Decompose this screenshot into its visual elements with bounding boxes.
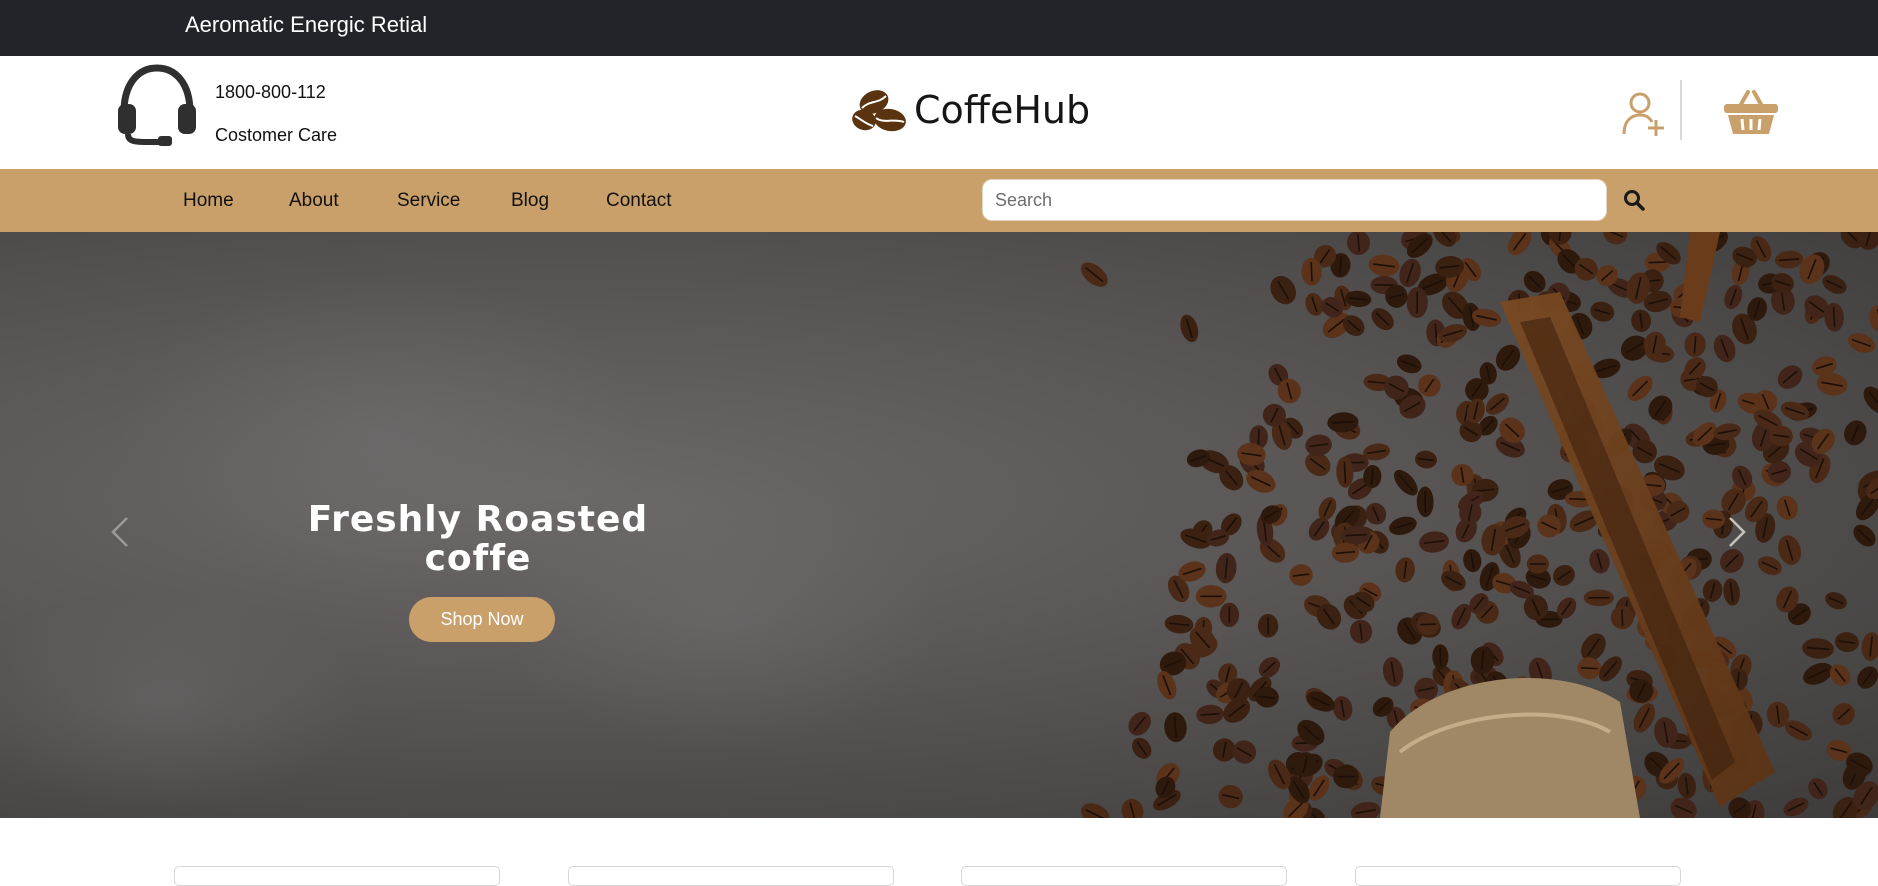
coffee-bean-crease: [1268, 618, 1269, 634]
coffee-bean-crease: [1258, 429, 1259, 446]
hero-title: Freshly Roasted coffe: [300, 500, 656, 578]
coffee-bean-crease: [1344, 462, 1345, 484]
coffee-bean-crease: [1649, 262, 1667, 263]
nav-blog[interactable]: Blog: [511, 190, 549, 212]
coffee-bean: [1503, 232, 1536, 260]
headset-icon: [114, 64, 200, 146]
feature-card: [174, 866, 500, 886]
nav-service[interactable]: Service: [397, 190, 460, 212]
carousel-prev-icon[interactable]: [105, 512, 135, 552]
header: 1800-800-112 Costomer Care CoffeHub: [0, 56, 1878, 169]
carousel-next-icon[interactable]: [1722, 512, 1752, 552]
search-input[interactable]: [982, 179, 1607, 221]
user-add-icon[interactable]: [1620, 90, 1668, 138]
top-bar: Aeromatic Energic Retial: [0, 0, 1878, 56]
coffee-bean-crease: [1311, 262, 1312, 281]
tagline: Aeromatic Energic Retial: [185, 12, 427, 38]
coffee-bean: [1867, 303, 1878, 334]
basket-icon[interactable]: [1722, 88, 1780, 136]
main-nav: Home About Service Blog Contact: [0, 169, 1878, 232]
brand-name: CoffeHub: [914, 88, 1090, 132]
coffee-bean-crease: [1372, 469, 1373, 485]
nav-about[interactable]: About: [289, 190, 339, 212]
coffee-bean: [1854, 232, 1878, 252]
coffee-bean-crease: [1346, 535, 1367, 536]
customer-care: 1800-800-112 Costomer Care: [215, 82, 337, 146]
hero-carousel: Freshly Roasted coffe Shop Now: [0, 232, 1878, 818]
coffee-beans-image: [0, 232, 1878, 818]
coffee-bean-crease: [1581, 668, 1598, 669]
coffee-bean: [1860, 631, 1878, 662]
coffee-bean-crease: [1420, 624, 1436, 625]
customer-care-label: Costomer Care: [215, 125, 337, 146]
coffee-bean-crease: [1834, 307, 1835, 327]
coffee-bean: [1349, 800, 1382, 818]
feature-card: [961, 866, 1287, 886]
coffee-bean-crease: [1622, 609, 1623, 625]
feature-card: [568, 866, 894, 886]
header-divider: [1680, 80, 1682, 140]
phone-number: 1800-800-112: [215, 82, 337, 108]
coffee-bean: [1119, 796, 1147, 818]
nav-contact[interactable]: Contact: [606, 190, 671, 212]
nav-home[interactable]: Home: [183, 190, 234, 212]
shop-now-button[interactable]: Shop Now: [409, 597, 555, 642]
search-icon[interactable]: [1622, 188, 1646, 212]
feature-card: [1355, 866, 1681, 886]
coffee-bean-icon: [848, 84, 908, 136]
coffee-bean: [1853, 662, 1878, 692]
coffee-bean: [1780, 794, 1811, 818]
brand-logo[interactable]: CoffeHub: [848, 84, 1090, 136]
